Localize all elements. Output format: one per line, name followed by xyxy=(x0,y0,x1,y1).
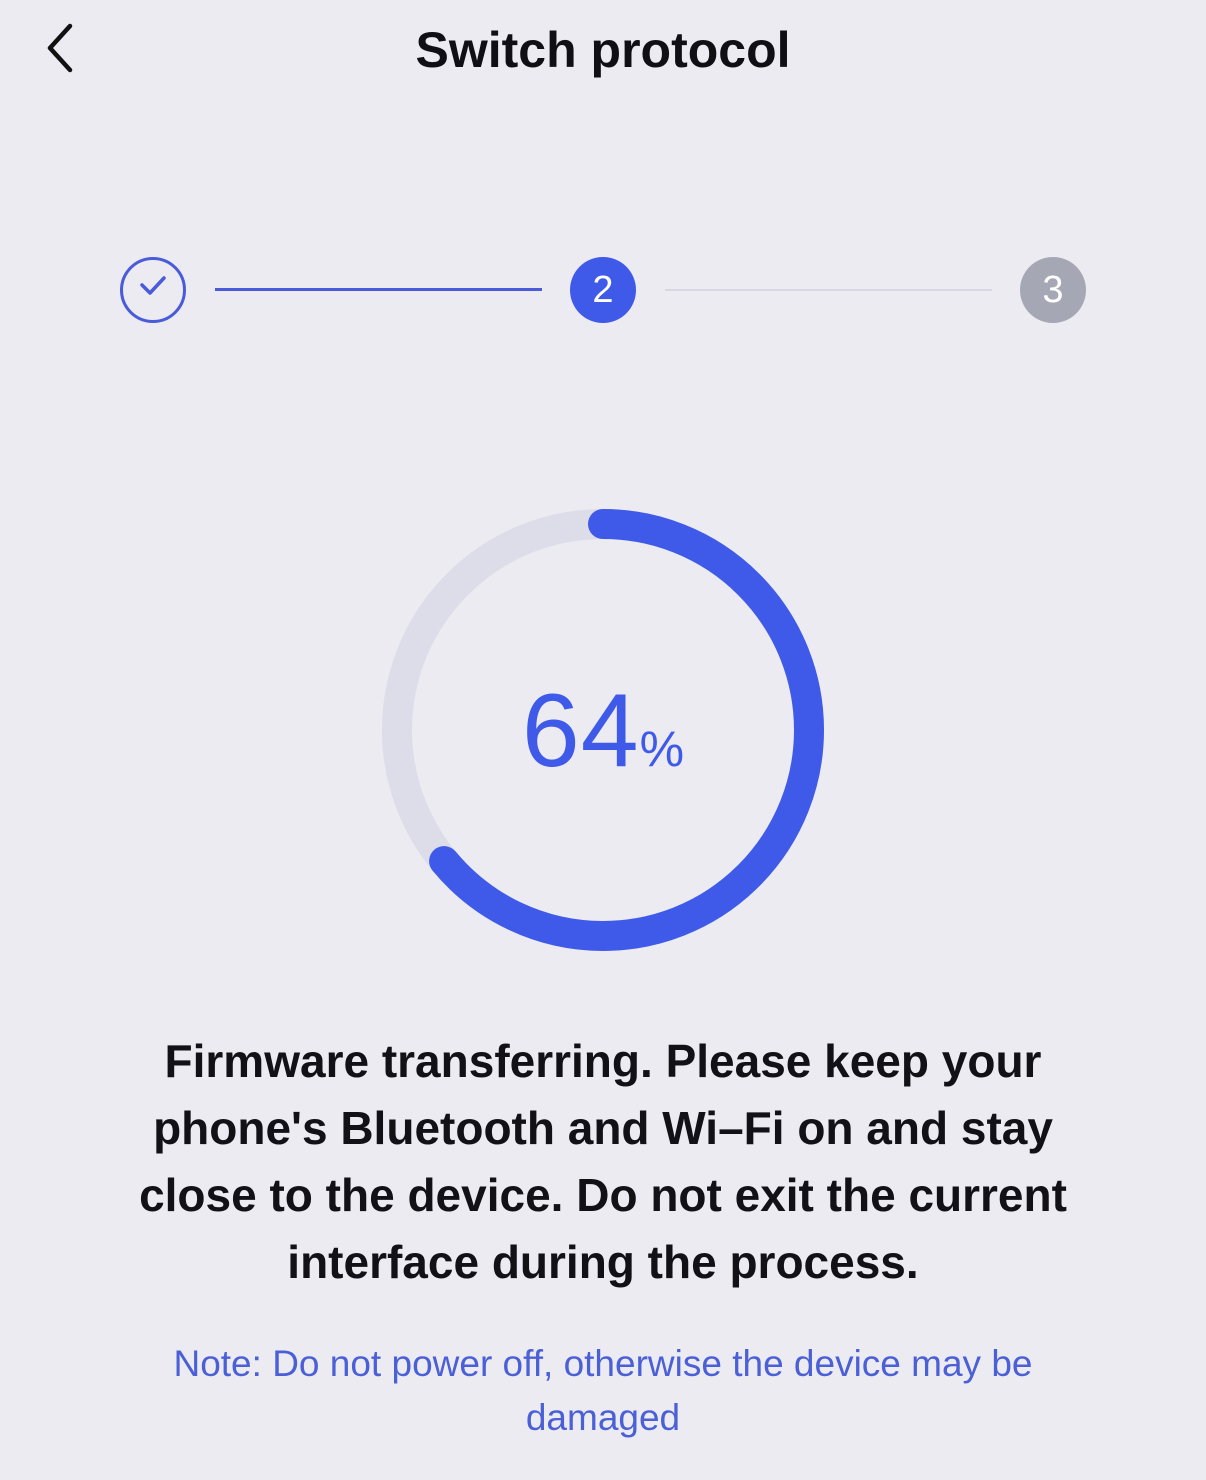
switch-protocol-screen: Switch protocol 2 3 64% Firmware transfe… xyxy=(0,0,1206,1480)
step-1-completed xyxy=(120,257,186,323)
step-connector-pending xyxy=(665,289,992,291)
step-3-pending: 3 xyxy=(1020,257,1086,323)
progress-unit: % xyxy=(639,721,685,777)
warning-note: Note: Do not power off, otherwise the de… xyxy=(173,1343,1033,1438)
step-3-label: 3 xyxy=(1042,268,1064,311)
step-connector-completed xyxy=(215,288,542,291)
step-2-active: 2 xyxy=(570,257,636,323)
status-message: Firmware transferring. Please keep your … xyxy=(139,1035,1067,1288)
progress-percentage: 64% xyxy=(380,679,826,783)
check-icon xyxy=(135,267,171,313)
progress-stepper: 2 3 xyxy=(0,0,1206,360)
progress-ring: 64% xyxy=(380,507,826,953)
step-2-label: 2 xyxy=(592,268,614,311)
progress-value: 64 xyxy=(521,673,640,789)
